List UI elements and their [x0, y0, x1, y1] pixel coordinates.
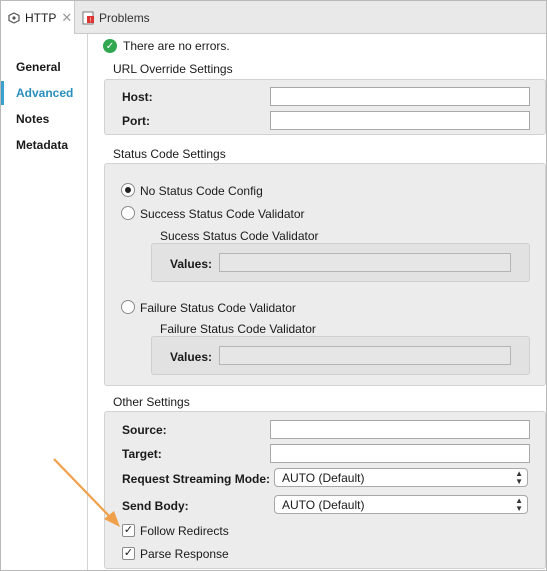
streaming-mode-select[interactable]: AUTO (Default) ▲ ▼ — [274, 468, 528, 487]
sidebar-item-label: General — [16, 60, 61, 74]
parse-response-label: Parse Response — [140, 547, 229, 561]
select-arrows-icon: ▲ ▼ — [515, 496, 523, 513]
url-override-title: URL Override Settings — [113, 62, 233, 76]
port-input[interactable] — [270, 111, 530, 130]
sidebar-item-advanced[interactable]: Advanced — [1, 81, 87, 105]
no-status-code-label: No Status Code Config — [140, 184, 263, 198]
success-validator-radio[interactable] — [121, 206, 135, 220]
no-status-code-radio[interactable] — [121, 183, 135, 197]
select-arrows-icon: ▲ ▼ — [515, 469, 523, 486]
sidebar-item-label: Advanced — [16, 86, 74, 100]
close-icon[interactable]: ✕ — [61, 10, 72, 26]
failure-group-title: Failure Status Code Validator — [160, 322, 316, 336]
tab-problems-label: Problems — [99, 10, 150, 25]
tab-http[interactable]: HTTP ✕ — [1, 1, 75, 35]
problems-icon: ! — [81, 11, 95, 25]
failure-values-input — [219, 346, 511, 365]
send-body-label: Send Body: — [122, 499, 189, 513]
success-validator-label: Success Status Code Validator — [140, 207, 305, 221]
tab-bar: HTTP ✕ ! Problems — [1, 1, 546, 35]
success-values-label: Values: — [170, 257, 213, 271]
target-input[interactable] — [270, 444, 530, 463]
check-circle-icon: ✓ — [103, 39, 117, 53]
status-text: There are no errors. — [123, 39, 230, 53]
failure-validator-label: Failure Status Code Validator — [140, 301, 296, 315]
source-input[interactable] — [270, 420, 530, 439]
other-settings-title: Other Settings — [113, 395, 190, 409]
http-connector-icon — [7, 11, 21, 25]
sidebar-item-notes[interactable]: Notes — [1, 107, 87, 131]
target-label: Target: — [122, 447, 162, 461]
send-body-value: AUTO (Default) — [282, 497, 365, 512]
failure-validator-radio[interactable] — [121, 300, 135, 314]
annotation-arrow-icon — [53, 458, 120, 527]
sidebar-item-metadata[interactable]: Metadata — [1, 133, 87, 157]
sidebar-item-label: Notes — [16, 112, 50, 126]
tab-http-label: HTTP — [25, 11, 57, 25]
validation-status: ✓ There are no errors. — [103, 37, 230, 55]
host-input[interactable] — [270, 87, 530, 106]
status-code-title: Status Code Settings — [113, 147, 226, 161]
sidebar-item-general[interactable]: General — [1, 55, 87, 79]
follow-redirects-label: Follow Redirects — [140, 524, 229, 538]
success-group-title: Sucess Status Code Validator — [160, 229, 319, 243]
parse-response-checkbox[interactable]: ✓ — [122, 547, 135, 560]
streaming-mode-value: AUTO (Default) — [282, 470, 365, 485]
port-label: Port: — [122, 114, 150, 128]
host-label: Host: — [122, 90, 153, 104]
success-values-input — [219, 253, 511, 272]
tab-problems[interactable]: ! Problems — [77, 1, 150, 34]
sidebar-item-label: Metadata — [16, 138, 69, 152]
failure-values-label: Values: — [170, 350, 213, 364]
send-body-select[interactable]: AUTO (Default) ▲ ▼ — [274, 495, 528, 514]
source-label: Source: — [122, 423, 167, 437]
streaming-mode-label: Request Streaming Mode: — [122, 472, 271, 486]
